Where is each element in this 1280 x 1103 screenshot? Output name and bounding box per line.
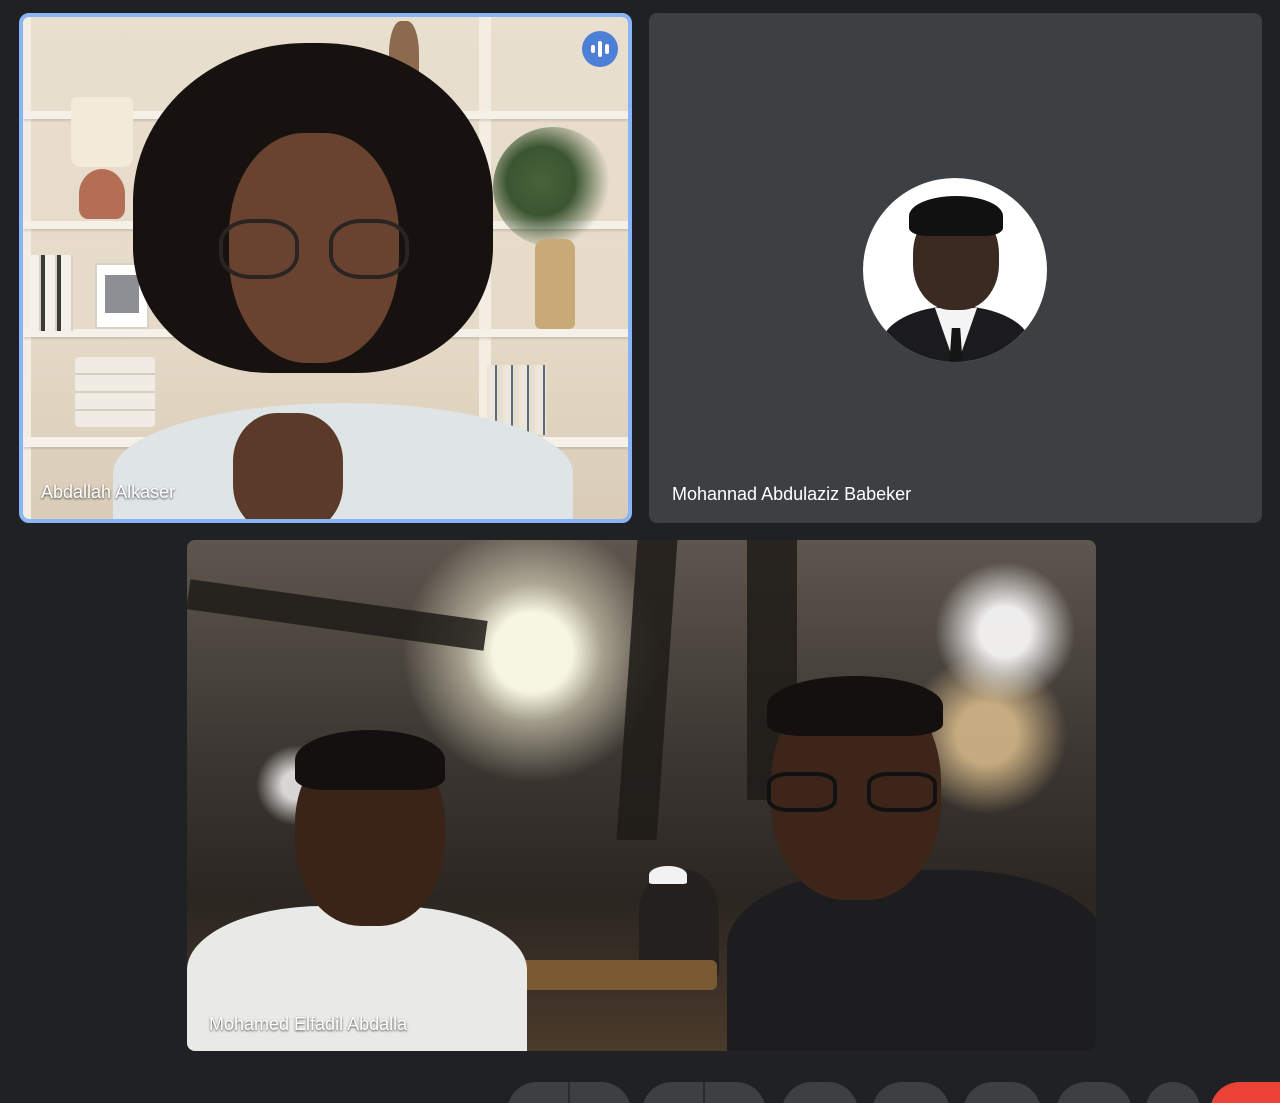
- plant: [493, 127, 613, 247]
- ceiling-beam: [616, 540, 678, 840]
- table: [497, 960, 717, 990]
- lamp: [71, 97, 133, 167]
- lamp-base: [79, 169, 125, 219]
- leave-call-button[interactable]: [1210, 1082, 1280, 1103]
- participant-video: [187, 540, 1096, 1051]
- avatar: [863, 178, 1047, 362]
- meeting-stage: Abdallah Alkaser Mohannad Abdulaziz Babe…: [0, 0, 1280, 1103]
- call-controls-bar: [0, 1078, 1280, 1103]
- background-cap: [649, 866, 687, 884]
- ceiling-beam: [187, 579, 488, 651]
- raise-hand-button[interactable]: [1056, 1082, 1132, 1103]
- captions-button[interactable]: [782, 1082, 858, 1103]
- participant-person: [113, 43, 573, 519]
- participant-name: Mohamed Elfadil Abdalla: [209, 1014, 408, 1034]
- participant-person: [187, 730, 527, 1051]
- participant-tile-abdallah[interactable]: Abdallah Alkaser: [19, 13, 632, 523]
- vase: [535, 239, 575, 329]
- more-options-button[interactable]: [1146, 1082, 1200, 1103]
- divider: [568, 1082, 570, 1103]
- participant-name: Mohannad Abdulaziz Babeker: [672, 484, 912, 504]
- participant-tile-mohannad[interactable]: Mohannad Abdulaziz Babeker: [649, 13, 1262, 523]
- books: [29, 255, 73, 331]
- participant-tile-mohamed[interactable]: Mohamed Elfadil Abdalla: [187, 540, 1096, 1051]
- divider: [703, 1082, 705, 1103]
- present-button[interactable]: [963, 1082, 1041, 1103]
- participant-person: [727, 676, 1096, 1051]
- participant-name: Abdallah Alkaser: [41, 482, 176, 502]
- emoji-button[interactable]: [872, 1082, 950, 1103]
- participant-video: [23, 17, 628, 519]
- audio-level-icon: [582, 31, 618, 67]
